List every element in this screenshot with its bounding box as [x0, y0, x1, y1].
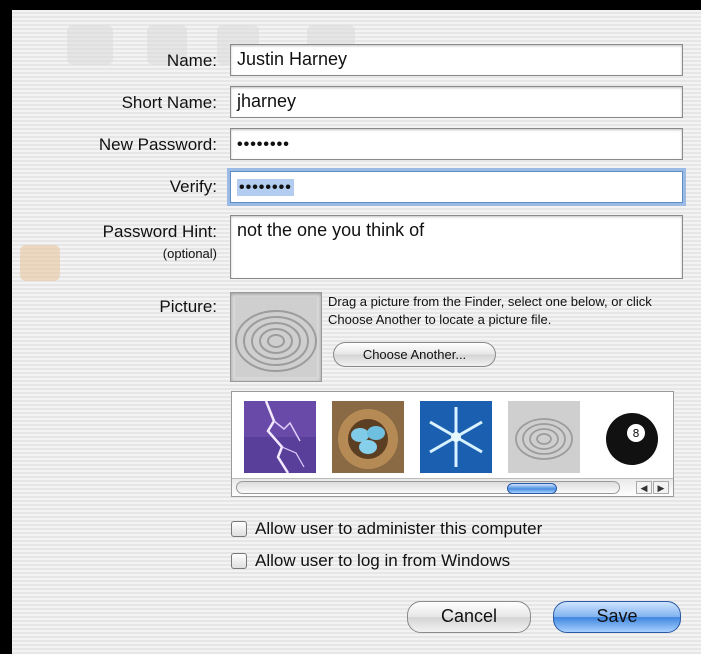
short-name-value: jharney — [237, 91, 297, 111]
eight-ball-icon[interactable]: 8 — [596, 401, 668, 473]
snowflake-icon[interactable] — [420, 401, 492, 473]
verify-mask: •••••••• — [237, 179, 294, 196]
current-picture-well[interactable] — [230, 292, 322, 382]
save-button[interactable]: Save — [553, 601, 681, 633]
password-hint-value: not the one you think of — [237, 220, 425, 240]
cancel-label: Cancel — [440, 606, 498, 626]
cancel-button[interactable]: Cancel — [407, 601, 531, 633]
choose-another-label: Choose Another... — [362, 347, 467, 362]
bird-nest-eggs-icon[interactable] — [332, 401, 404, 473]
scroll-left-arrow-icon[interactable]: ◀ — [636, 481, 652, 494]
picture-strip-scrollbar[interactable]: ◀ ▶ — [232, 478, 673, 496]
password-hint-label: Password Hint: — [102, 222, 217, 241]
name-label: Name: — [166, 51, 217, 70]
account-sheet: Name: Justin Harney Short Name: jharney … — [12, 10, 701, 654]
name-value: Justin Harney — [237, 49, 348, 69]
picture-label: Picture: — [159, 297, 217, 316]
windows-checkbox-label[interactable]: Allow user to log in from Windows — [255, 551, 510, 571]
verify-label: Verify: — [169, 177, 217, 196]
scrollbar-track[interactable] — [236, 481, 620, 494]
new-password-field[interactable]: •••••••• — [230, 128, 683, 160]
admin-option-row[interactable]: Allow user to administer this computer — [231, 518, 542, 540]
scrollbar-thumb[interactable] — [507, 483, 557, 494]
picture-strip[interactable]: 8 ◀ ▶ — [231, 391, 674, 497]
ghost-toolbar-icon — [67, 25, 113, 65]
new-password-label: New Password: — [98, 135, 217, 154]
password-hint-field[interactable]: not the one you think of — [230, 215, 683, 279]
admin-checkbox[interactable] — [231, 521, 247, 537]
name-field[interactable]: Justin Harney — [230, 44, 683, 76]
picture-help-text: Drag a picture from the Finder, select o… — [328, 294, 652, 327]
svg-text:8: 8 — [633, 427, 640, 440]
lightning-icon[interactable] — [244, 400, 316, 474]
verify-field[interactable]: •••••••• — [230, 171, 683, 203]
short-name-label: Short Name: — [121, 93, 217, 112]
windows-checkbox[interactable] — [231, 553, 247, 569]
choose-another-button[interactable]: Choose Another... — [333, 342, 496, 367]
admin-checkbox-label[interactable]: Allow user to administer this computer — [255, 519, 542, 539]
zen-sand-spiral-icon[interactable] — [508, 401, 580, 473]
new-password-mask: •••••••• — [237, 136, 290, 153]
scroll-right-arrow-icon[interactable]: ▶ — [653, 481, 669, 494]
windows-option-row[interactable]: Allow user to log in from Windows — [231, 550, 510, 572]
short-name-field[interactable]: jharney — [230, 86, 683, 118]
save-label: Save — [596, 606, 638, 626]
password-hint-optional-label: (optional) — [162, 246, 217, 261]
zen-sand-spiral-icon — [235, 297, 317, 377]
ghost-user-icon — [20, 245, 60, 281]
